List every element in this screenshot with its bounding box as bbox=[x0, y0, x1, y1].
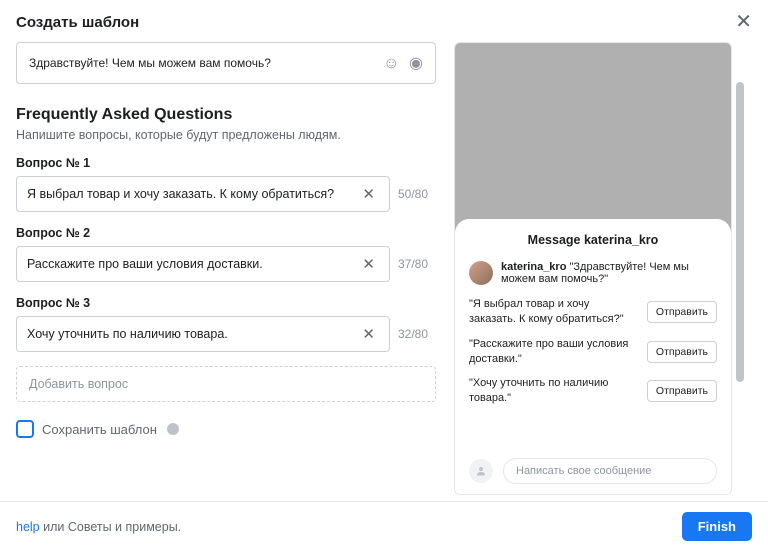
clear-icon[interactable]: ✕ bbox=[358, 255, 379, 273]
preview-question-row: "Расскажите про ваши условия доставки." … bbox=[469, 337, 717, 367]
scrollbar-thumb[interactable] bbox=[736, 82, 744, 382]
question-label: Вопрос № 1 bbox=[16, 156, 436, 170]
char-counter: 32/80 bbox=[398, 327, 436, 341]
preview-phone: Message katerina_kro katerina_kro "Здрав… bbox=[454, 42, 732, 495]
footer-help: help или Советы и примеры. bbox=[16, 520, 181, 534]
compose-input[interactable]: Написать свое сообщение bbox=[503, 458, 717, 484]
char-counter: 37/80 bbox=[398, 257, 436, 271]
greeting-input[interactable]: Здравствуйте! Чем мы можем вам помочь? ☺… bbox=[16, 42, 436, 84]
preview-question-text: "Хочу уточнить по наличию товара." bbox=[469, 376, 639, 406]
preview-greeting-row: katerina_kro "Здравствуйте! Чем мы можем… bbox=[469, 261, 717, 285]
preview-question-text: "Расскажите про ваши условия доставки." bbox=[469, 337, 639, 367]
save-template-label: Сохранить шаблон bbox=[42, 422, 157, 437]
modal-header: Создать шаблон ✕ bbox=[0, 0, 768, 42]
info-icon[interactable] bbox=[167, 423, 179, 435]
personalize-icon[interactable]: ◉ bbox=[409, 55, 423, 72]
avatar bbox=[469, 261, 493, 285]
question-text: Хочу уточнить по наличию товара. bbox=[27, 327, 358, 341]
scrollbar[interactable] bbox=[736, 42, 746, 501]
help-link[interactable]: help bbox=[16, 520, 40, 534]
send-button[interactable]: Отправить bbox=[647, 380, 717, 402]
create-template-modal: Создать шаблон ✕ Здравствуйте! Чем мы мо… bbox=[0, 0, 768, 551]
form-column: Здравствуйте! Чем мы можем вам помочь? ☺… bbox=[16, 42, 436, 501]
send-button[interactable]: Отправить bbox=[647, 341, 717, 363]
modal-body: Здравствуйте! Чем мы можем вам помочь? ☺… bbox=[0, 42, 768, 501]
camera-icon[interactable] bbox=[469, 459, 493, 483]
modal-title: Создать шаблон bbox=[16, 14, 139, 31]
preview-column: Message katerina_kro katerina_kro "Здрав… bbox=[454, 42, 758, 501]
send-button[interactable]: Отправить bbox=[647, 301, 717, 323]
question-row: Я выбрал товар и хочу заказать. К кому о… bbox=[16, 176, 436, 212]
footer-text: или Советы и примеры. bbox=[40, 520, 182, 534]
question-row: Расскажите про ваши условия доставки. ✕ … bbox=[16, 246, 436, 282]
preview-title: Message katerina_kro bbox=[469, 233, 717, 247]
save-template-row: Сохранить шаблон bbox=[16, 420, 436, 438]
emoji-icon[interactable]: ☺ bbox=[383, 55, 399, 72]
greeting-text: Здравствуйте! Чем мы можем вам помочь? bbox=[29, 56, 271, 70]
preview-greeting-text: katerina_kro "Здравствуйте! Чем мы можем… bbox=[501, 261, 717, 285]
modal-footer: help или Советы и примеры. Finish bbox=[0, 501, 768, 551]
question-label: Вопрос № 3 bbox=[16, 296, 436, 310]
question-input[interactable]: Хочу уточнить по наличию товара. ✕ bbox=[16, 316, 390, 352]
question-text: Расскажите про ваши условия доставки. bbox=[27, 257, 358, 271]
question-input[interactable]: Расскажите про ваши условия доставки. ✕ bbox=[16, 246, 390, 282]
faq-heading: Frequently Asked Questions bbox=[16, 106, 436, 124]
preview-question-row: "Я выбрал товар и хочу заказать. К кому … bbox=[469, 297, 717, 327]
save-template-checkbox[interactable] bbox=[16, 420, 34, 438]
add-question-button[interactable]: Добавить вопрос bbox=[16, 366, 436, 402]
compose-row: Написать свое сообщение bbox=[469, 450, 717, 484]
preview-question-row: "Хочу уточнить по наличию товара." Отпра… bbox=[469, 376, 717, 406]
preview-username: katerina_kro bbox=[501, 261, 566, 273]
finish-button[interactable]: Finish bbox=[682, 512, 752, 541]
preview-backdrop bbox=[455, 43, 731, 233]
clear-icon[interactable]: ✕ bbox=[358, 185, 379, 203]
question-row: Хочу уточнить по наличию товара. ✕ 32/80 bbox=[16, 316, 436, 352]
char-counter: 50/80 bbox=[398, 187, 436, 201]
greeting-toolbar: ☺ ◉ bbox=[377, 53, 423, 73]
question-label: Вопрос № 2 bbox=[16, 226, 436, 240]
preview-question-text: "Я выбрал товар и хочу заказать. К кому … bbox=[469, 297, 639, 327]
close-icon[interactable]: ✕ bbox=[735, 12, 752, 32]
faq-subheading: Напишите вопросы, которые будут предложе… bbox=[16, 128, 436, 142]
question-text: Я выбрал товар и хочу заказать. К кому о… bbox=[27, 187, 358, 201]
question-input[interactable]: Я выбрал товар и хочу заказать. К кому о… bbox=[16, 176, 390, 212]
clear-icon[interactable]: ✕ bbox=[358, 325, 379, 343]
preview-sheet: Message katerina_kro katerina_kro "Здрав… bbox=[455, 219, 731, 494]
